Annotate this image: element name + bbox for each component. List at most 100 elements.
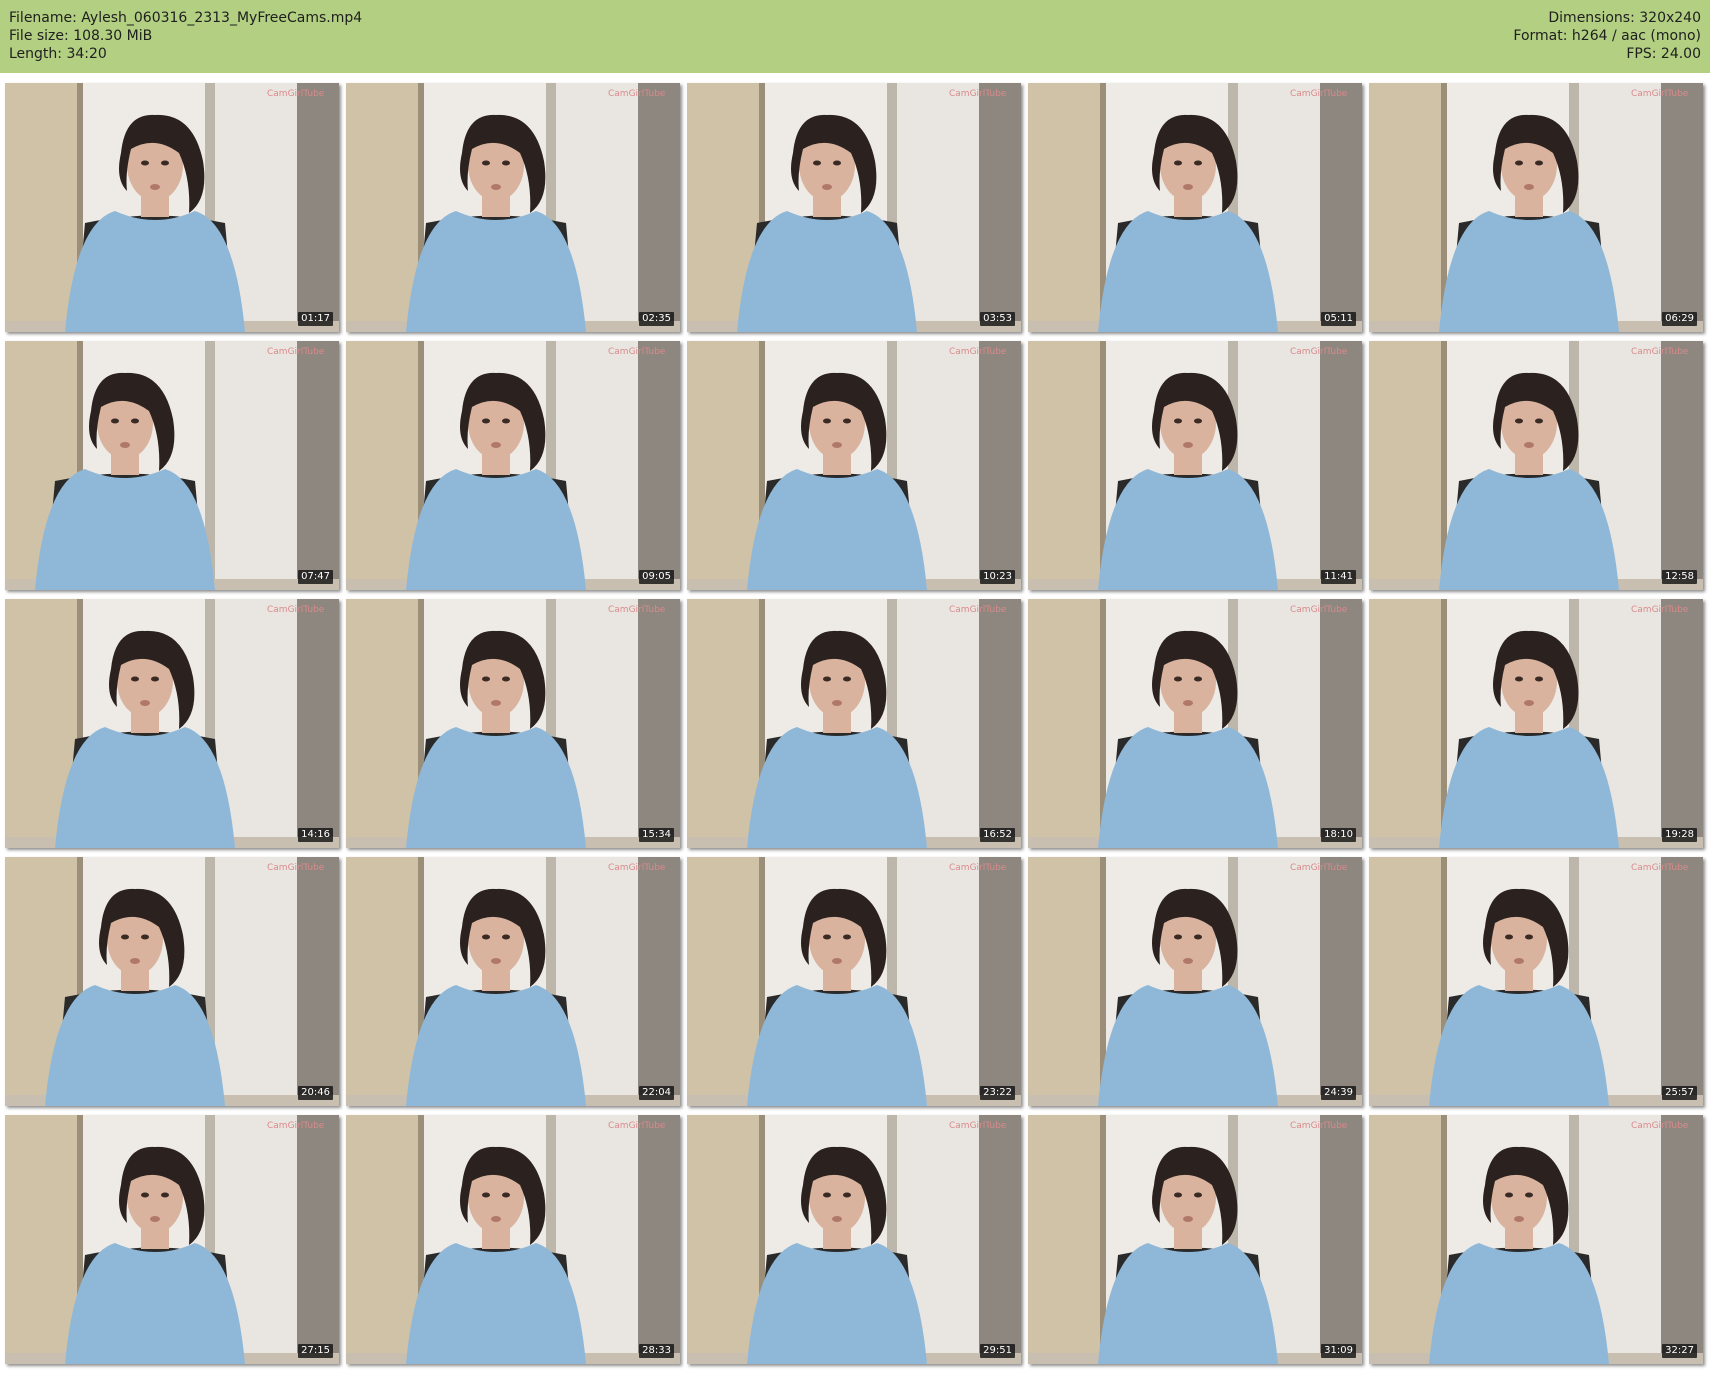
timestamp-label: 03:53 <box>980 312 1015 326</box>
thumbnail: CamGirlTube 29:51 <box>687 1115 1021 1364</box>
thumbnail: CamGirlTube 28:33 <box>346 1115 680 1364</box>
thumbnail: CamGirlTube 23:22 <box>687 857 1021 1106</box>
svg-text:CamGirlTube: CamGirlTube <box>949 605 1007 615</box>
video-frame-image: CamGirlTube <box>346 599 680 848</box>
svg-text:CamGirlTube: CamGirlTube <box>608 89 666 99</box>
svg-text:CamGirlTube: CamGirlTube <box>267 863 325 873</box>
svg-text:CamGirlTube: CamGirlTube <box>1290 605 1348 615</box>
video-frame-image: CamGirlTube <box>1028 599 1362 848</box>
timestamp-label: 16:52 <box>980 828 1015 842</box>
fps-text: FPS: 24.00 <box>1626 46 1701 62</box>
svg-text:CamGirlTube: CamGirlTube <box>1631 1121 1689 1131</box>
timestamp-label: 25:57 <box>1662 1086 1697 1100</box>
svg-text:CamGirlTube: CamGirlTube <box>949 89 1007 99</box>
thumbnail: CamGirlTube 20:46 <box>5 857 339 1106</box>
svg-text:CamGirlTube: CamGirlTube <box>1631 863 1689 873</box>
timestamp-label: 27:15 <box>298 1344 333 1358</box>
thumbnail: CamGirlTube 09:05 <box>346 341 680 590</box>
video-frame-image: CamGirlTube <box>5 1115 339 1364</box>
svg-text:CamGirlTube: CamGirlTube <box>1290 347 1348 357</box>
thumbnail: CamGirlTube 24:39 <box>1028 857 1362 1106</box>
video-frame-image: CamGirlTube <box>1369 83 1703 332</box>
timestamp-label: 07:47 <box>298 570 333 584</box>
thumbnail: CamGirlTube 01:17 <box>5 83 339 332</box>
timestamp-label: 15:34 <box>639 828 674 842</box>
filesize-text: File size: 108.30 MiB <box>9 28 153 44</box>
timestamp-label: 14:16 <box>298 828 333 842</box>
timestamp-label: 24:39 <box>1321 1086 1356 1100</box>
svg-text:CamGirlTube: CamGirlTube <box>1631 347 1689 357</box>
timestamp-label: 19:28 <box>1662 828 1697 842</box>
video-frame-image: CamGirlTube <box>1028 83 1362 332</box>
thumbnail: CamGirlTube 27:15 <box>5 1115 339 1364</box>
svg-text:CamGirlTube: CamGirlTube <box>949 1121 1007 1131</box>
video-frame-image: CamGirlTube <box>1369 1115 1703 1364</box>
svg-text:CamGirlTube: CamGirlTube <box>608 605 666 615</box>
thumbnail-grid: CamGirlTube 01:17 CamGirlTube 02:35 CamG… <box>5 83 1703 1364</box>
svg-text:CamGirlTube: CamGirlTube <box>267 1121 325 1131</box>
svg-text:CamGirlTube: CamGirlTube <box>1631 605 1689 615</box>
svg-text:CamGirlTube: CamGirlTube <box>949 347 1007 357</box>
thumbnail: CamGirlTube 05:11 <box>1028 83 1362 332</box>
video-frame-image: CamGirlTube <box>346 341 680 590</box>
timestamp-label: 10:23 <box>980 570 1015 584</box>
video-frame-image: CamGirlTube <box>687 1115 1021 1364</box>
thumbnail: CamGirlTube 22:04 <box>346 857 680 1106</box>
svg-text:CamGirlTube: CamGirlTube <box>1631 89 1689 99</box>
thumbnail: CamGirlTube 11:41 <box>1028 341 1362 590</box>
timestamp-label: 22:04 <box>639 1086 674 1100</box>
timestamp-label: 18:10 <box>1321 828 1356 842</box>
svg-text:CamGirlTube: CamGirlTube <box>608 347 666 357</box>
svg-text:CamGirlTube: CamGirlTube <box>1290 89 1348 99</box>
timestamp-label: 09:05 <box>639 570 674 584</box>
video-frame-image: CamGirlTube <box>5 341 339 590</box>
video-frame-image: CamGirlTube <box>5 599 339 848</box>
timestamp-label: 12:58 <box>1662 570 1697 584</box>
svg-text:CamGirlTube: CamGirlTube <box>267 605 325 615</box>
format-text: Format: h264 / aac (mono) <box>1513 28 1701 44</box>
thumbnail: CamGirlTube 06:29 <box>1369 83 1703 332</box>
video-frame-image: CamGirlTube <box>687 857 1021 1106</box>
svg-text:CamGirlTube: CamGirlTube <box>1290 863 1348 873</box>
info-header: Filename: Aylesh_060316_2313_MyFreeCams.… <box>0 0 1710 73</box>
video-frame-image: CamGirlTube <box>687 599 1021 848</box>
video-frame-image: CamGirlTube <box>5 83 339 332</box>
thumbnail: CamGirlTube 18:10 <box>1028 599 1362 848</box>
svg-text:CamGirlTube: CamGirlTube <box>267 89 325 99</box>
thumbnail: CamGirlTube 14:16 <box>5 599 339 848</box>
video-frame-image: CamGirlTube <box>5 857 339 1106</box>
thumbnail: CamGirlTube 32:27 <box>1369 1115 1703 1364</box>
video-frame-image: CamGirlTube <box>687 83 1021 332</box>
dimensions-text: Dimensions: 320x240 <box>1548 10 1701 26</box>
timestamp-label: 32:27 <box>1662 1344 1697 1358</box>
info-right-column: Dimensions: 320x240 Format: h264 / aac (… <box>1513 9 1701 63</box>
timestamp-label: 23:22 <box>980 1086 1015 1100</box>
thumbnail: CamGirlTube 31:09 <box>1028 1115 1362 1364</box>
video-frame-image: CamGirlTube <box>687 341 1021 590</box>
video-frame-image: CamGirlTube <box>1028 341 1362 590</box>
svg-text:CamGirlTube: CamGirlTube <box>608 863 666 873</box>
timestamp-label: 05:11 <box>1321 312 1356 326</box>
timestamp-label: 29:51 <box>980 1344 1015 1358</box>
video-frame-image: CamGirlTube <box>346 1115 680 1364</box>
timestamp-label: 20:46 <box>298 1086 333 1100</box>
timestamp-label: 01:17 <box>298 312 333 326</box>
thumbnail: CamGirlTube 15:34 <box>346 599 680 848</box>
timestamp-label: 31:09 <box>1321 1344 1356 1358</box>
thumbnail: CamGirlTube 10:23 <box>687 341 1021 590</box>
thumbnail: CamGirlTube 12:58 <box>1369 341 1703 590</box>
thumbnail: CamGirlTube 07:47 <box>5 341 339 590</box>
info-left-column: Filename: Aylesh_060316_2313_MyFreeCams.… <box>9 9 362 63</box>
svg-text:CamGirlTube: CamGirlTube <box>267 347 325 357</box>
video-frame-image: CamGirlTube <box>346 83 680 332</box>
thumbnail: CamGirlTube 19:28 <box>1369 599 1703 848</box>
video-frame-image: CamGirlTube <box>1369 599 1703 848</box>
thumbnail: CamGirlTube 25:57 <box>1369 857 1703 1106</box>
filename-text: Filename: Aylesh_060316_2313_MyFreeCams.… <box>9 10 363 26</box>
length-text: Length: 34:20 <box>9 46 107 62</box>
timestamp-label: 28:33 <box>639 1344 674 1358</box>
svg-text:CamGirlTube: CamGirlTube <box>949 863 1007 873</box>
video-frame-image: CamGirlTube <box>1028 1115 1362 1364</box>
thumbnail: CamGirlTube 02:35 <box>346 83 680 332</box>
thumbnail: CamGirlTube 03:53 <box>687 83 1021 332</box>
